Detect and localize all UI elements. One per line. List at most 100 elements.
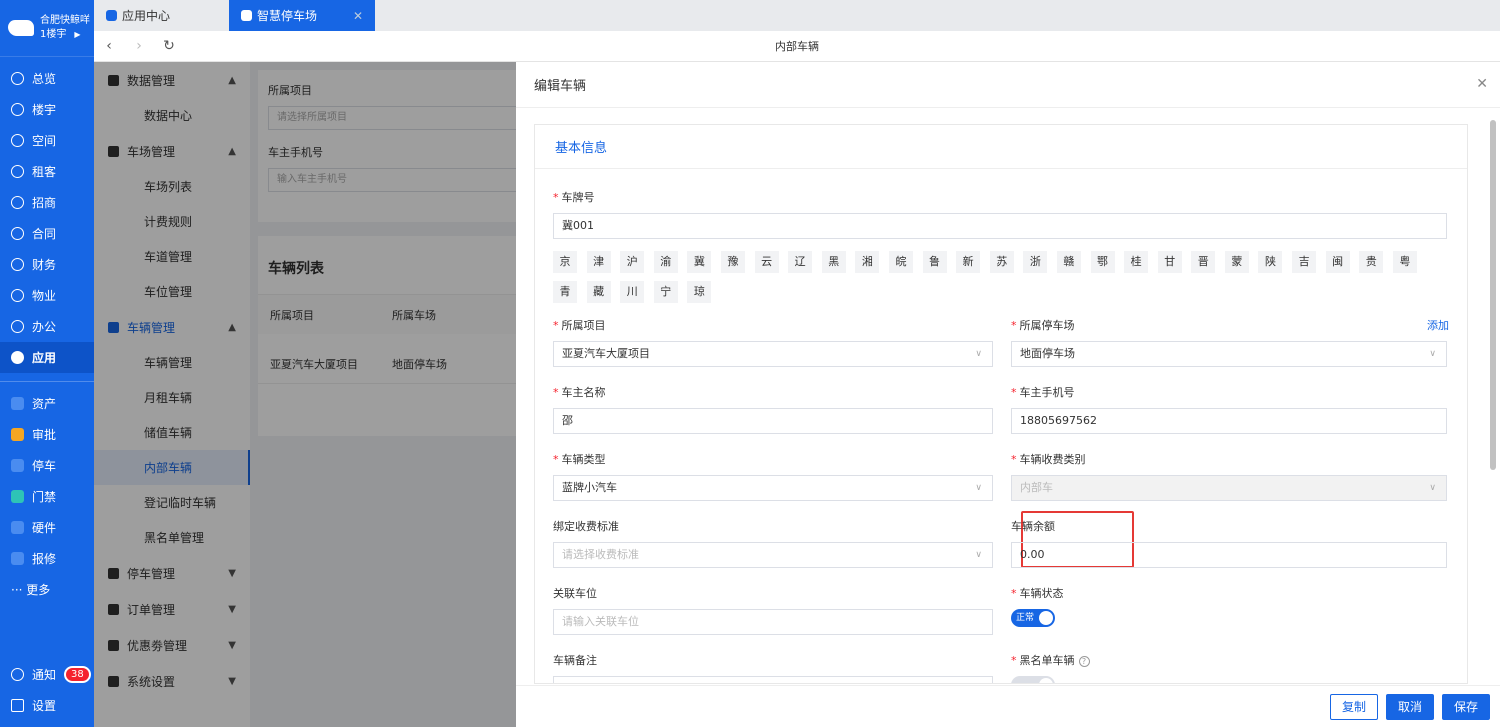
brand-switcher[interactable]: 合肥快鲸咩 1楼宇 ▶ — [0, 0, 94, 57]
province-key[interactable]: 赣 — [1056, 251, 1081, 273]
status-toggle[interactable]: 正常 — [1011, 609, 1055, 627]
remark-input[interactable] — [553, 676, 993, 683]
province-key[interactable]: 冀 — [687, 251, 712, 273]
door-icon — [11, 490, 24, 503]
document-icon — [11, 227, 24, 240]
form-card: 基本信息 * 车牌号 冀001 京津沪渝冀豫云辽黑湘皖鲁新苏浙赣鄂桂甘晋蒙陕吉闽贵… — [534, 124, 1468, 684]
rail-app-item[interactable]: 停车 — [0, 450, 94, 481]
rail-item[interactable]: 合同 — [0, 218, 94, 249]
province-key[interactable]: 青 — [553, 281, 577, 303]
province-key[interactable]: 沪 — [620, 251, 645, 273]
province-key[interactable]: 粤 — [1392, 251, 1417, 273]
rail-item[interactable]: 租客 — [0, 156, 94, 187]
province-key[interactable]: 京 — [553, 251, 577, 273]
balance-input[interactable]: 0.00 — [1011, 542, 1447, 568]
project-select[interactable]: 亚夏汽车大厦项目 ∨ — [553, 341, 993, 367]
menu-icon — [11, 699, 24, 712]
rail-item-label: 空间 — [32, 134, 57, 148]
province-key[interactable]: 宁 — [653, 281, 678, 303]
province-key[interactable]: 鄂 — [1090, 251, 1115, 273]
province-key[interactable]: 闽 — [1325, 251, 1350, 273]
space-input[interactable]: 请输入关联车位 — [553, 609, 993, 635]
rail-app-label: 审批 — [32, 428, 57, 442]
province-key[interactable]: 豫 — [720, 251, 745, 273]
rail-item[interactable]: 物业 — [0, 280, 94, 311]
mask-overlay[interactable] — [94, 62, 250, 727]
mask-overlay[interactable] — [250, 62, 516, 727]
type-label: * 车辆类型 — [553, 453, 606, 466]
notify-label: 通知 — [32, 668, 57, 682]
province-key[interactable]: 浙 — [1023, 251, 1048, 273]
rail-item[interactable]: 空间 — [0, 125, 94, 156]
standard-select[interactable]: 请选择收费标准 ∨ — [553, 542, 993, 568]
blacklist-toggle[interactable] — [1011, 676, 1055, 683]
building-name: 1楼宇 — [40, 29, 67, 40]
notify-button[interactable]: 通知 38 — [0, 659, 94, 690]
province-key[interactable]: 湘 — [855, 251, 880, 273]
province-key[interactable]: 云 — [754, 251, 779, 273]
tab-smart-parking[interactable]: 智慧停车场 ✕ — [229, 0, 375, 31]
rail-item[interactable]: 总览 — [0, 63, 94, 94]
cancel-button[interactable]: 取消 — [1385, 693, 1434, 720]
tab-app-center[interactable]: 应用中心 — [94, 0, 229, 31]
province-key[interactable]: 皖 — [888, 251, 913, 273]
copy-button[interactable]: 复制 — [1329, 693, 1378, 720]
more-button[interactable]: ··· 更多 — [0, 574, 94, 605]
province-key[interactable]: 桂 — [1124, 251, 1149, 273]
province-key[interactable]: 苏 — [989, 251, 1014, 273]
close-tab-icon[interactable]: ✕ — [353, 9, 363, 23]
rail-item[interactable]: 楼宇 — [0, 94, 94, 125]
bell-icon — [11, 668, 24, 681]
rail-app-item[interactable]: 报修 — [0, 543, 94, 574]
province-key[interactable]: 川 — [620, 281, 645, 303]
province-key[interactable]: 蒙 — [1224, 251, 1249, 273]
help-icon[interactable]: ? — [1078, 656, 1090, 667]
rail-item[interactable]: 办公 — [0, 311, 94, 342]
province-key[interactable]: 鲁 — [922, 251, 947, 273]
close-icon[interactable]: ✕ — [1476, 76, 1488, 92]
save-button[interactable]: 保存 — [1441, 693, 1490, 720]
province-key[interactable]: 琼 — [687, 281, 712, 303]
province-key[interactable]: 藏 — [586, 281, 611, 303]
plate-input[interactable]: 冀001 — [553, 213, 1447, 239]
address-bar: ‹ › ↻ 内部车辆 — [94, 31, 1500, 62]
owner-input[interactable]: 邵 — [553, 408, 993, 434]
rail-item[interactable]: 财务 — [0, 249, 94, 280]
province-key[interactable]: 津 — [586, 251, 611, 273]
back-icon[interactable]: ‹ — [94, 38, 124, 54]
drawer-scrollbar[interactable] — [1490, 110, 1496, 680]
lot-select[interactable]: 地面停车场 ∨ — [1011, 341, 1447, 367]
province-key[interactable]: 贵 — [1359, 251, 1384, 273]
rail-app-label: 资产 — [32, 397, 57, 411]
rail-item-label: 合同 — [32, 227, 57, 241]
province-key[interactable]: 渝 — [653, 251, 678, 273]
rail-app-item[interactable]: 硬件 — [0, 512, 94, 543]
rail-item-label: 物业 — [32, 289, 57, 303]
whale-logo-icon — [8, 20, 34, 36]
province-key[interactable]: 吉 — [1292, 251, 1317, 273]
type-select[interactable]: 蓝牌小汽车 ∨ — [553, 475, 993, 501]
building-icon — [11, 103, 24, 116]
tab-label: 智慧停车场 — [257, 9, 318, 23]
province-key[interactable]: 陕 — [1258, 251, 1283, 273]
rail-item-label: 总览 — [32, 72, 57, 86]
plate-label: * 车牌号 — [553, 191, 595, 204]
province-key[interactable]: 甘 — [1157, 251, 1182, 273]
province-key[interactable]: 新 — [956, 251, 981, 273]
phone-input[interactable]: 18805697562 — [1011, 408, 1447, 434]
province-key[interactable]: 晋 — [1191, 251, 1216, 273]
refresh-icon[interactable]: ↻ — [154, 38, 184, 54]
dashboard-icon — [11, 72, 24, 85]
province-key[interactable]: 黑 — [821, 251, 846, 273]
caret-right-icon: ▶ — [74, 30, 81, 39]
rail-item[interactable]: 应用 — [0, 342, 94, 373]
settings-button[interactable]: 设置 — [0, 690, 94, 721]
add-lot-link[interactable]: 添加 — [1427, 317, 1449, 333]
rail-item[interactable]: 招商 — [0, 187, 94, 218]
province-key[interactable]: 辽 — [788, 251, 813, 273]
rail-app-label: 报修 — [32, 552, 57, 566]
rail-app-item[interactable]: 资产 — [0, 388, 94, 419]
rail-app-item[interactable]: 审批 — [0, 419, 94, 450]
rail-app-item[interactable]: 门禁 — [0, 481, 94, 512]
forward-icon[interactable]: › — [124, 38, 154, 54]
